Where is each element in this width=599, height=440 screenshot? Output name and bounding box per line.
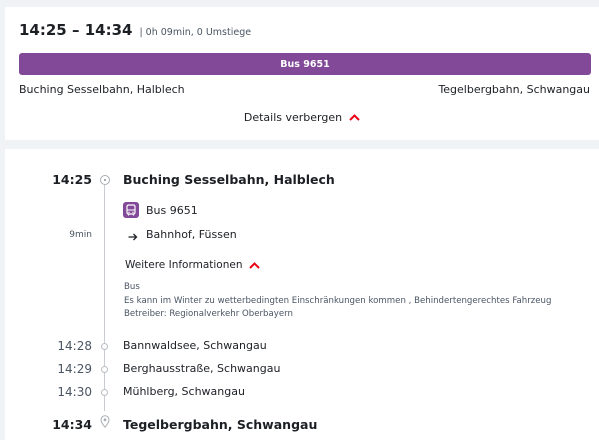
connection-detail-card: 14:25 Buching Sesselbahn, Halblech Bus 9… <box>5 149 599 440</box>
info-line: Bus <box>124 282 140 292</box>
destination-stop: Tegelbergbahn, Schwangau <box>438 83 590 96</box>
stop-time: 14:30 <box>57 385 92 399</box>
location-pin-icon <box>100 415 110 428</box>
additional-info: Bus Es kann im Winter zu wetterbedingten… <box>124 281 551 322</box>
bus-line-bar[interactable]: Bus 9651 <box>19 53 591 75</box>
chevron-up-icon <box>248 261 260 269</box>
stop-time: 14:29 <box>57 362 92 376</box>
origin-stop: Buching Sesselbahn, Halblech <box>19 83 185 96</box>
details-toggle-label: Details verbergen <box>243 111 343 124</box>
intermediate-stop-name: Bannwaldsee, Schwangau <box>123 339 267 352</box>
info-line: Es kann im Winter zu wetterbedingten Ein… <box>124 295 552 306</box>
stop-time: 14:28 <box>57 339 92 353</box>
route-line <box>104 185 105 411</box>
intermediate-stop-name: Berghausstraße, Schwangau <box>123 362 281 375</box>
direction-name: Bahnhof, Füssen <box>146 228 237 241</box>
connection-summary-card: 14:25 – 14:34 | 0h 09min, 0 Umstiege Bus… <box>5 7 599 140</box>
departure-stop-marker <box>100 175 110 185</box>
product-name: Bus 9651 <box>146 204 198 217</box>
intermediate-stop-marker <box>101 343 108 350</box>
intermediate-stop-marker <box>101 389 108 396</box>
departure-time: 14:25 <box>52 172 92 187</box>
chevron-up-icon <box>349 114 360 121</box>
departure-stop-name: Buching Sesselbahn, Halblech <box>123 172 335 187</box>
arrival-time: 14:34 <box>52 417 92 432</box>
arrow-right-icon <box>128 233 138 241</box>
bus-line-label: Bus 9651 <box>280 58 330 70</box>
connection-times: 14:25 – 14:34 | 0h 09min, 0 Umstiege <box>19 21 251 39</box>
more-info-toggle[interactable]: Weitere Informationen <box>125 259 260 271</box>
more-info-label: Weitere Informationen <box>125 259 243 271</box>
info-line: Betreiber: Regionalverkehr Oberbayern <box>124 309 293 319</box>
bus-icon <box>123 202 139 218</box>
details-toggle-button[interactable]: Details verbergen <box>5 111 599 124</box>
connection-meta: | 0h 09min, 0 Umstiege <box>139 27 252 38</box>
travel-duration: 9min <box>69 230 92 240</box>
arrival-stop-name: Tegelbergbahn, Schwangau <box>123 417 318 432</box>
time-range: 14:25 – 14:34 <box>19 21 133 39</box>
intermediate-stop-name: Mühlberg, Schwangau <box>123 385 245 398</box>
intermediate-stop-marker <box>101 366 108 373</box>
